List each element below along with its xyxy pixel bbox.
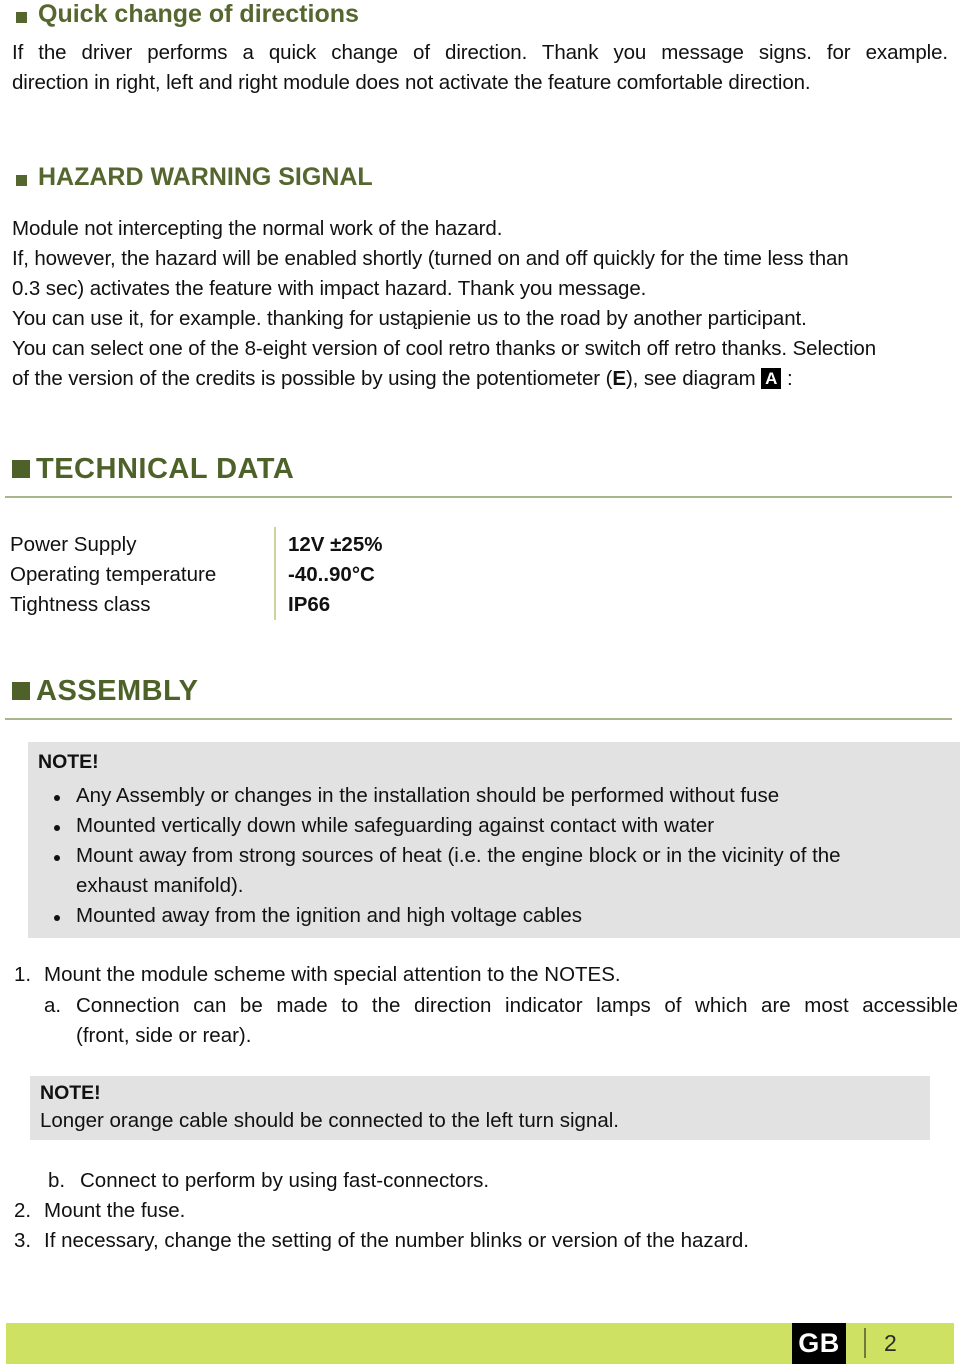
- list-bullet-icon: [54, 855, 60, 861]
- step-1a-marker: a.: [44, 994, 62, 1017]
- potentiometer-label-e: E: [612, 367, 626, 390]
- hazard-line-1: Module not intercepting the normal work …: [12, 217, 503, 240]
- list-bullet-icon: [54, 825, 60, 831]
- quick-change-paragraph-line-2: direction in right, left and right modul…: [12, 71, 811, 94]
- note1-bullet-1: Any Assembly or changes in the installat…: [76, 784, 780, 807]
- tech-value-power-supply: 12V ±25%: [288, 533, 383, 556]
- square-bullet-icon: [12, 682, 30, 700]
- heading-hazard-warning-signal: HAZARD WARNING SIGNAL: [38, 163, 373, 191]
- hazard-line-6-post: :: [781, 367, 793, 390]
- assembly-divider: [5, 718, 952, 720]
- tech-label-power-supply: Power Supply: [10, 533, 137, 556]
- list-bullet-icon: [54, 915, 60, 921]
- step-1b-text: Connect to perform by using fast-connect…: [80, 1169, 490, 1192]
- step-1a-text-line-2: (front, side or rear).: [76, 1024, 252, 1047]
- step-1b-marker: b.: [48, 1169, 66, 1192]
- tech-value-operating-temperature: -40..90°C: [288, 563, 375, 586]
- hazard-line-6-pre: of the version of the credits is possibl…: [12, 367, 613, 390]
- step-3-text: If necessary, change the setting of the …: [44, 1229, 749, 1252]
- tech-value-tightness-class: IP66: [288, 593, 331, 616]
- note2-text: Longer orange cable should be connected …: [40, 1109, 619, 1132]
- heading-quick-change: Quick change of directions: [38, 0, 359, 28]
- step-1a-text-line-1: Connection can be made to the direction …: [76, 994, 958, 1017]
- footer-language-badge: GB: [792, 1323, 846, 1364]
- square-bullet-icon: [12, 460, 30, 478]
- tech-label-operating-temperature: Operating temperature: [10, 563, 217, 586]
- note1-bullet-3-continuation: exhaust manifold).: [76, 874, 244, 897]
- list-bullet-icon: [54, 795, 60, 801]
- step-1-marker: 1.: [14, 963, 32, 986]
- hazard-line-5: You can select one of the 8-eight versio…: [12, 337, 877, 360]
- hazard-line-4: You can use it, for example. thanking fo…: [12, 307, 807, 330]
- note1-bullet-4: Mounted away from the ignition and high …: [76, 904, 582, 927]
- step-2-marker: 2.: [14, 1199, 32, 1222]
- quick-change-paragraph-line-1: If the driver performs a quick change of…: [12, 41, 948, 64]
- technical-data-column-divider: [274, 527, 276, 620]
- note2-title: NOTE!: [40, 1082, 101, 1104]
- hazard-line-6-mid: ), see diagram: [625, 367, 762, 390]
- square-bullet-icon: [16, 175, 27, 186]
- hazard-line-2: If, however, the hazard will be enabled …: [12, 247, 849, 270]
- square-bullet-icon: [16, 12, 27, 23]
- step-1-text: Mount the module scheme with special att…: [44, 963, 621, 986]
- footer-separator: [864, 1328, 866, 1358]
- tech-label-tightness-class: Tightness class: [10, 593, 151, 616]
- note1-bullet-3: Mount away from strong sources of heat (…: [76, 844, 841, 867]
- heading-assembly: ASSEMBLY: [36, 675, 199, 707]
- note1-title: NOTE!: [38, 751, 99, 773]
- footer-page-number: 2: [884, 1330, 897, 1356]
- step-3-marker: 3.: [14, 1229, 32, 1252]
- step-2-text: Mount the fuse.: [44, 1199, 186, 1222]
- document-page: Quick change of directions If the driver…: [0, 0, 960, 1364]
- diagram-reference-badge-a: A: [761, 368, 782, 389]
- technical-data-divider: [5, 496, 952, 498]
- note1-bullet-2: Mounted vertically down while safeguardi…: [76, 814, 715, 837]
- hazard-line-3: 0.3 sec) activates the feature with impa…: [12, 277, 647, 300]
- hazard-line-6: of the version of the credits is possibl…: [12, 364, 793, 394]
- heading-technical-data: TECHNICAL DATA: [36, 453, 295, 485]
